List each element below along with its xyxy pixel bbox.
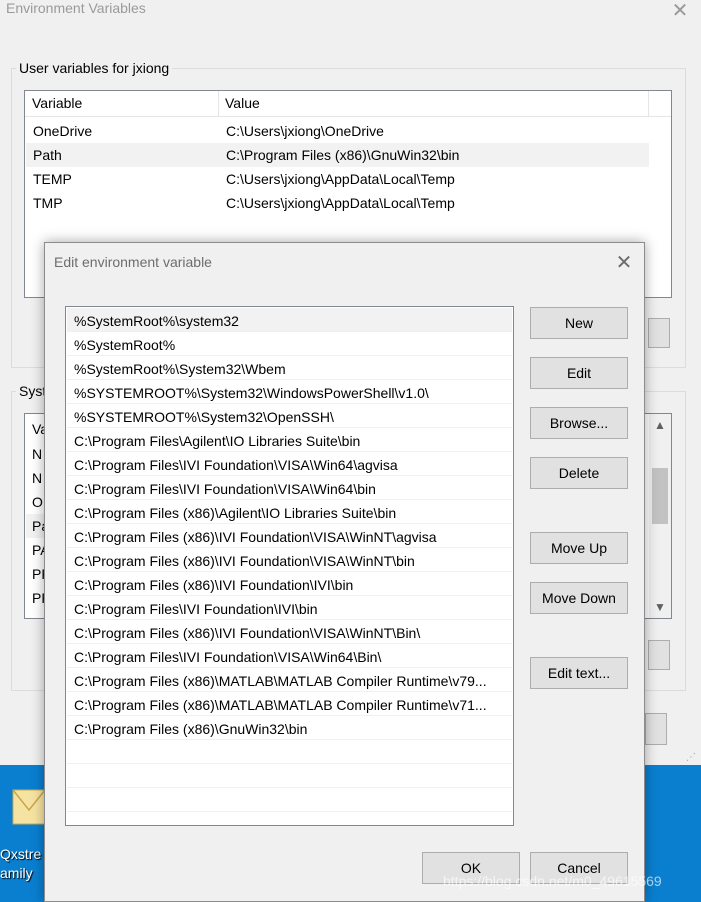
list-item[interactable]: C:\Program Files\IVI Foundation\VISA\Win… bbox=[67, 476, 512, 500]
move-down-button[interactable]: Move Down bbox=[530, 582, 628, 614]
user-variables-button-partial[interactable] bbox=[648, 318, 670, 348]
list-item[interactable]: C:\Program Files (x86)\IVI Foundation\VI… bbox=[67, 548, 512, 572]
variable-name: TEMP bbox=[33, 171, 72, 187]
browse-button[interactable]: Browse... bbox=[530, 407, 628, 439]
list-item[interactable]: %SystemRoot%\system32 bbox=[67, 308, 512, 332]
path-list[interactable]: %SystemRoot%\system32 %SystemRoot% %Syst… bbox=[65, 306, 514, 826]
chevron-up-icon[interactable]: ▲ bbox=[649, 414, 671, 436]
dialog-title: Edit environment variable bbox=[54, 254, 212, 270]
list-item[interactable]: TEMP C:\Users\jxiong\AppData\Local\Temp bbox=[26, 167, 649, 191]
list-item[interactable]: N bbox=[32, 442, 42, 466]
list-item[interactable]: C:\Program Files (x86)\IVI Foundation\IV… bbox=[67, 572, 512, 596]
list-item[interactable]: %SYSTEMROOT%\System32\OpenSSH\ bbox=[67, 404, 512, 428]
list-item[interactable]: C:\Program Files\IVI Foundation\VISA\Win… bbox=[67, 452, 512, 476]
empty-row[interactable] bbox=[67, 740, 512, 764]
variable-name: Path bbox=[33, 147, 62, 163]
close-icon[interactable]: ✕ bbox=[609, 249, 639, 277]
desktop-icon-label[interactable]: Qxstre amily bbox=[0, 845, 41, 883]
list-header: Variable Value bbox=[25, 91, 671, 117]
list-item[interactable]: %SYSTEMROOT%\System32\WindowsPowerShell\… bbox=[67, 380, 512, 404]
list-item[interactable]: Path C:\Program Files (x86)\GnuWin32\bin bbox=[26, 143, 649, 167]
variable-name: TMP bbox=[33, 195, 63, 211]
window-title: Environment Variables bbox=[6, 0, 146, 16]
variable-value: C:\Program Files (x86)\GnuWin32\bin bbox=[226, 147, 460, 163]
envelope-icon[interactable] bbox=[12, 786, 46, 830]
empty-row[interactable] bbox=[67, 788, 512, 812]
list-item[interactable]: Pa bbox=[26, 514, 49, 538]
list-item[interactable]: C:\Program Files\IVI Foundation\IVI\bin bbox=[67, 596, 512, 620]
desktop-icon-label-line2: amily bbox=[0, 865, 33, 881]
list-item[interactable]: C:\Program Files (x86)\GnuWin32\bin bbox=[67, 716, 512, 740]
list-item[interactable]: C:\Program Files (x86)\Agilent\IO Librar… bbox=[67, 500, 512, 524]
variable-value: C:\Users\jxiong\AppData\Local\Temp bbox=[226, 171, 455, 187]
user-variables-group-label: User variables for jxiong bbox=[16, 60, 173, 76]
list-item[interactable]: %SystemRoot%\System32\Wbem bbox=[67, 356, 512, 380]
system-variables-button-partial[interactable] bbox=[648, 640, 670, 670]
desktop-icon-label-line1: Qxstre bbox=[0, 846, 42, 862]
column-divider[interactable] bbox=[218, 91, 219, 117]
list-item[interactable]: O bbox=[32, 490, 43, 514]
list-item[interactable]: C:\Program Files (x86)\MATLAB\MATLAB Com… bbox=[67, 668, 512, 692]
list-item[interactable]: N bbox=[32, 466, 42, 490]
column-header-value[interactable]: Value bbox=[225, 95, 260, 111]
env-window-button-partial[interactable] bbox=[645, 713, 667, 745]
variable-value: C:\Users\jxiong\OneDrive bbox=[226, 123, 384, 139]
close-icon[interactable]: ✕ bbox=[666, 0, 694, 22]
list-item[interactable]: C:\Program Files (x86)\IVI Foundation\VI… bbox=[67, 620, 512, 644]
list-item[interactable]: C:\Program Files (x86)\IVI Foundation\VI… bbox=[67, 524, 512, 548]
list-item[interactable]: OneDrive C:\Users\jxiong\OneDrive bbox=[26, 119, 649, 143]
move-up-button[interactable]: Move Up bbox=[530, 532, 628, 564]
vertical-scrollbar[interactable]: ▲ ▼ bbox=[649, 414, 671, 618]
variable-name: OneDrive bbox=[33, 123, 93, 139]
column-divider[interactable] bbox=[648, 91, 649, 117]
list-item[interactable]: %SystemRoot% bbox=[67, 332, 512, 356]
variable-value: C:\Users\jxiong\AppData\Local\Temp bbox=[226, 195, 455, 211]
edit-environment-variable-dialog: Edit environment variable ✕ %SystemRoot%… bbox=[44, 242, 645, 902]
list-item[interactable]: C:\Program Files (x86)\MATLAB\MATLAB Com… bbox=[67, 692, 512, 716]
column-header-variable[interactable]: Variable bbox=[32, 95, 82, 111]
list-item[interactable]: C:\Program Files\Agilent\IO Libraries Su… bbox=[67, 428, 512, 452]
edit-text-button[interactable]: Edit text... bbox=[530, 657, 628, 689]
resize-grip-icon[interactable]: ⋰ bbox=[686, 752, 698, 764]
list-item[interactable]: TMP C:\Users\jxiong\AppData\Local\Temp bbox=[26, 191, 649, 215]
empty-row[interactable] bbox=[67, 764, 512, 788]
watermark: https://blog.csdn.net/m0_49615569 bbox=[443, 873, 662, 889]
edit-button[interactable]: Edit bbox=[530, 357, 628, 389]
list-item[interactable]: C:\Program Files\IVI Foundation\VISA\Win… bbox=[67, 644, 512, 668]
delete-button[interactable]: Delete bbox=[530, 457, 628, 489]
chevron-down-icon[interactable]: ▼ bbox=[649, 596, 671, 618]
scrollbar-thumb[interactable] bbox=[652, 468, 668, 524]
new-button[interactable]: New bbox=[530, 307, 628, 339]
